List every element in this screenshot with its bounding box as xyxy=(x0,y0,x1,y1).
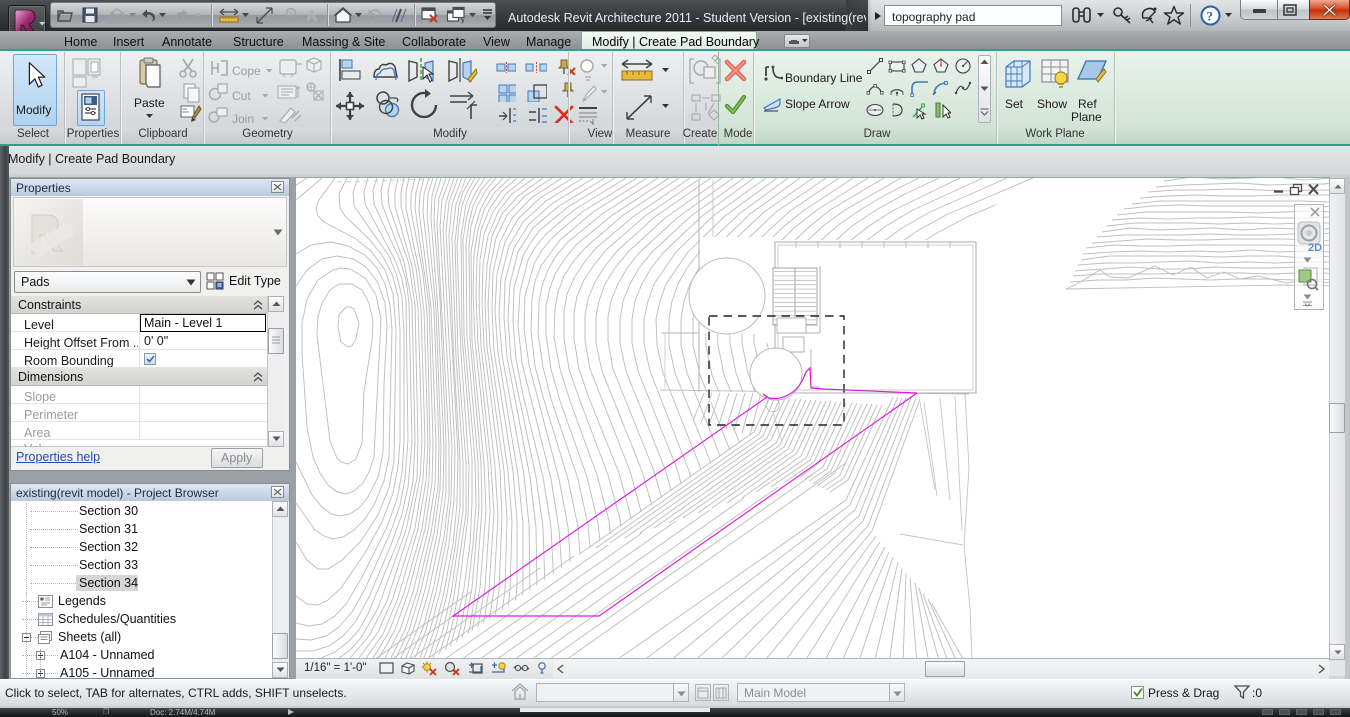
svg-text:1: 1 xyxy=(289,11,293,18)
svg-text:?: ? xyxy=(1207,9,1214,24)
svg-text:A: A xyxy=(306,8,318,24)
